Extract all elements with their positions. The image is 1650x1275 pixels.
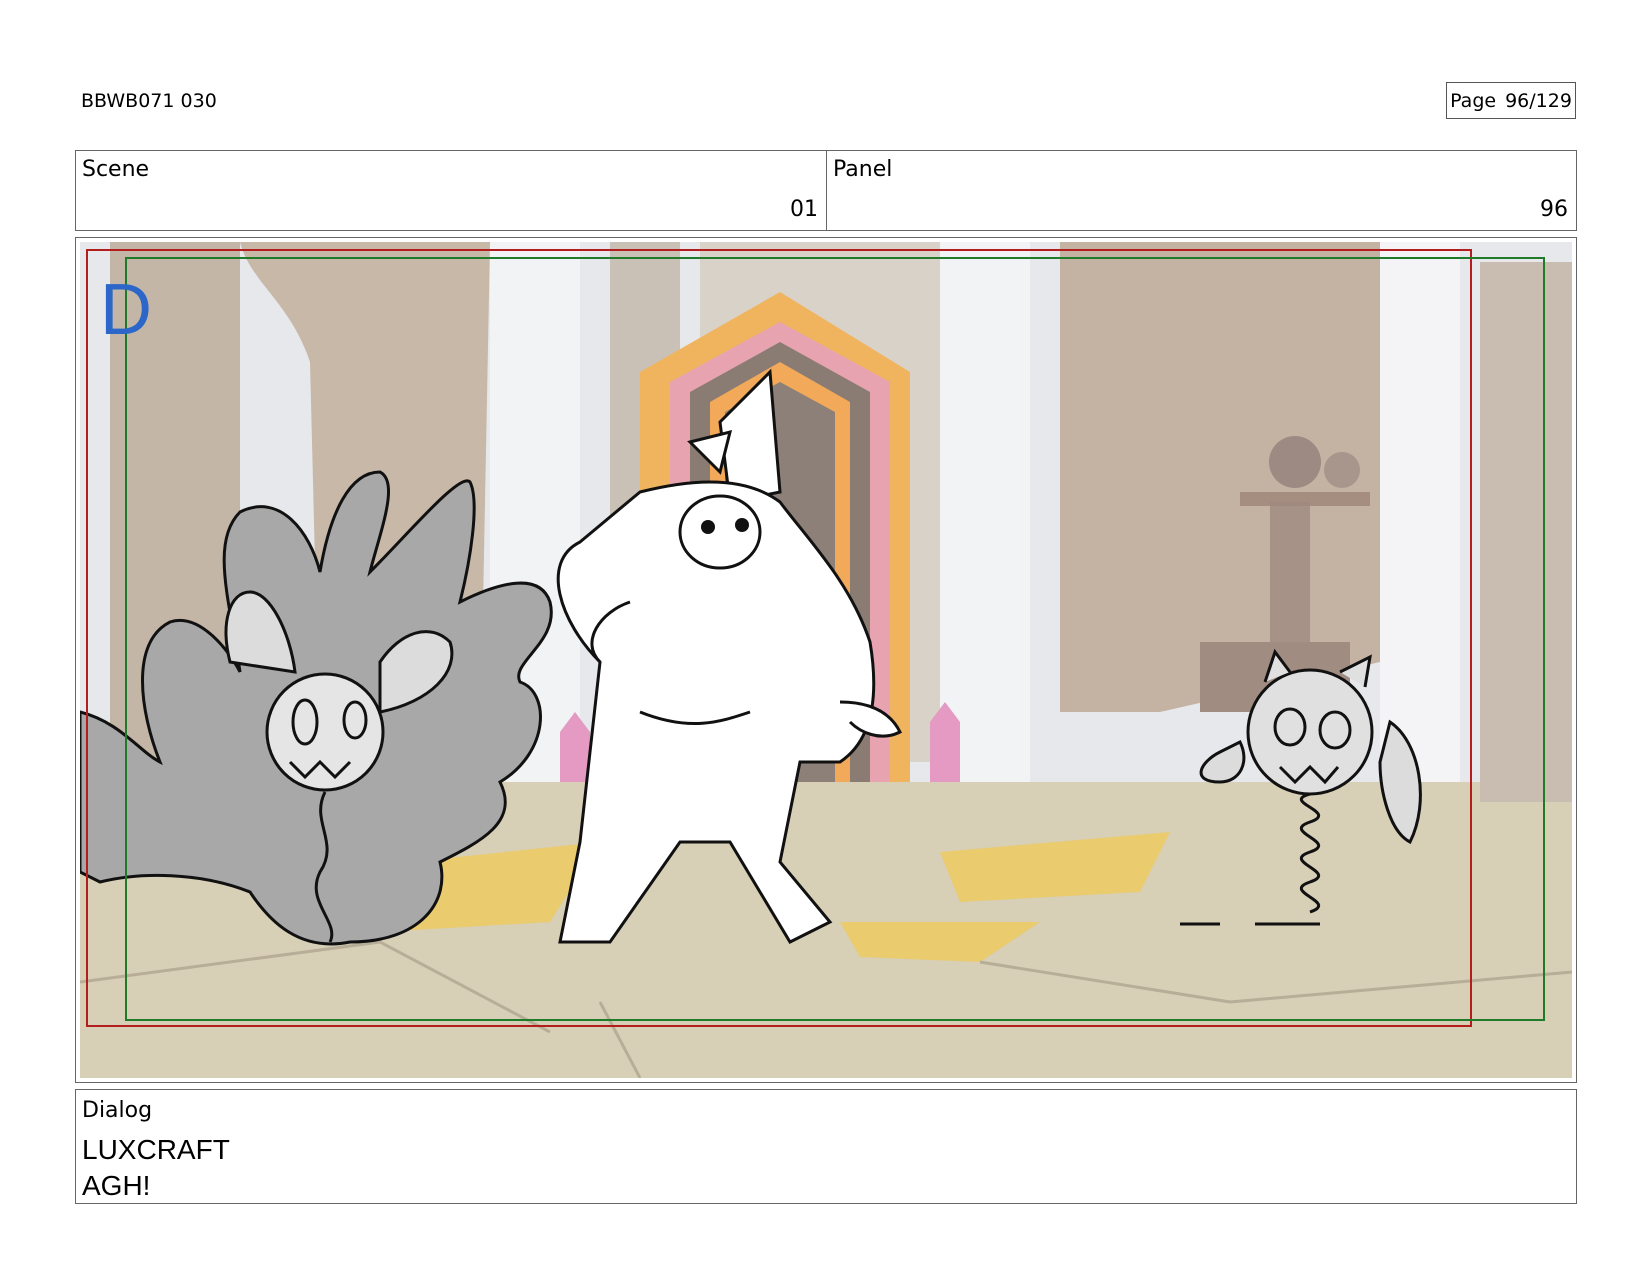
scene-number: 01 bbox=[790, 197, 818, 222]
panel-label: Panel bbox=[833, 157, 893, 182]
dialog-box: Dialog LUXCRAFT AGH! bbox=[75, 1089, 1577, 1204]
panel-number: 96 bbox=[1540, 197, 1568, 222]
page-indicator: Page 96/129 bbox=[1446, 82, 1576, 119]
scene-panel-row: Scene 01 Panel 96 bbox=[75, 150, 1577, 231]
dialog-line: AGH! bbox=[82, 1170, 151, 1201]
scene-cell: Scene 01 bbox=[76, 151, 827, 230]
page-number: 96/129 bbox=[1505, 89, 1572, 112]
panel-cell: Panel 96 bbox=[827, 151, 1576, 230]
storyboard-drawing: D bbox=[80, 242, 1572, 1078]
panel-corner-mark: D bbox=[100, 270, 152, 350]
storyboard-panel-frame: D bbox=[75, 237, 1577, 1083]
dialog-label: Dialog bbox=[82, 1098, 153, 1123]
scene-label: Scene bbox=[82, 157, 150, 182]
document-code: BBWB071 030 bbox=[81, 90, 217, 112]
page-label: Page bbox=[1450, 89, 1497, 112]
dialog-speaker: LUXCRAFT bbox=[82, 1134, 230, 1165]
